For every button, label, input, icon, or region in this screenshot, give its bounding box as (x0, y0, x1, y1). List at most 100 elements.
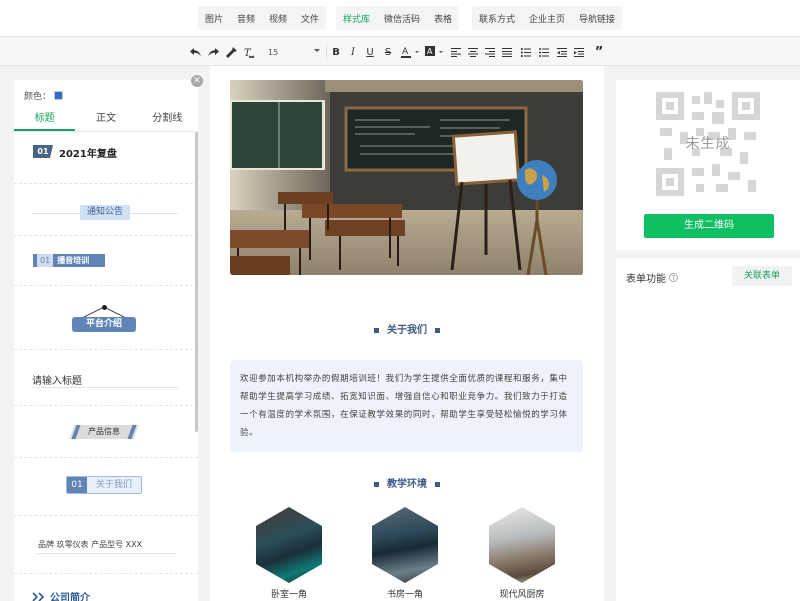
heading-template-2[interactable]: 通知公告 (14, 184, 198, 236)
template-title: 通知公告 (80, 205, 130, 220)
qr-code-panel: 未生成 生成二维码 (616, 80, 800, 250)
font-size-select[interactable]: 15 (262, 44, 322, 60)
undo-icon[interactable] (188, 44, 202, 60)
square-bullet-icon (374, 481, 379, 487)
tab-contact[interactable]: 联系方式 (472, 12, 522, 25)
template-number: 01 (67, 477, 87, 493)
background-color-icon[interactable]: A (424, 44, 446, 60)
heading-template-7[interactable]: 01 关于我们 (14, 458, 198, 516)
template-rule (36, 553, 176, 554)
help-icon[interactable]: ? (669, 273, 678, 282)
image-caption: 书房一角 (386, 590, 423, 600)
top-tab-bar: 图片 音频 视频 文件 样式库 微信活码 表格 联系方式 企业主页 导航链接 (0, 0, 800, 37)
media-tab-group: 图片 音频 视频 文件 (198, 6, 327, 30)
font-size-value: 15 (268, 47, 279, 57)
heading-template-6[interactable]: 产品信息 (14, 406, 198, 458)
tab-style-library[interactable]: 样式库 (336, 12, 377, 25)
template-title-box: 01 关于我们 (66, 476, 142, 494)
tab-heading[interactable]: 标题 (14, 106, 76, 131)
format-painter-icon[interactable] (224, 44, 238, 60)
classroom-photo-illustration (230, 80, 583, 275)
clear-format-icon[interactable]: T (242, 44, 256, 60)
intro-paragraph[interactable]: 欢迎参加本机构举办的假期培训班！我们为学生提供全面优质的课程和服务，集中帮助学生… (230, 360, 583, 452)
tab-wechat-code[interactable]: 微信活码 (377, 12, 427, 25)
tab-table[interactable]: 表格 (427, 12, 459, 25)
align-right-icon[interactable] (484, 44, 496, 60)
template-title: 请输入标题 (32, 376, 82, 387)
indent-decrease-icon[interactable] (556, 44, 568, 60)
heading-template-9[interactable]: 公司简介 (14, 574, 198, 601)
template-title: 播音培训 (57, 256, 90, 265)
article-editor[interactable]: 关于我们 欢迎参加本机构举办的假期培训班！我们为学生提供全面优质的课程和服务，集… (210, 66, 604, 601)
link-form-button[interactable]: 关联表单 (732, 266, 792, 286)
close-icon[interactable]: ✕ (191, 75, 203, 87)
ordered-list-icon[interactable] (520, 44, 532, 60)
section-title: 关于我们 (387, 325, 427, 336)
heading-template-3[interactable]: 01 播音培训 (14, 236, 198, 286)
align-justify-icon[interactable] (501, 44, 513, 60)
quote-icon[interactable]: ” (592, 44, 606, 60)
indent-increase-icon[interactable] (573, 44, 585, 60)
hanger-dot-icon (102, 305, 107, 310)
square-bullet-icon (435, 481, 440, 487)
svg-text:A: A (427, 47, 433, 56)
italic-icon[interactable]: I (347, 44, 359, 60)
section-heading-environment[interactable]: 教学环境 (210, 475, 604, 490)
tab-nav-link[interactable]: 导航链接 (572, 12, 622, 25)
section-title: 教学环境 (387, 479, 427, 490)
tab-body-text[interactable]: 正文 (75, 106, 136, 131)
template-title: 关于我们 (95, 480, 132, 490)
image-caption: 卧室一角 (270, 590, 307, 600)
template-number: 01 (37, 254, 54, 267)
template-title: 公司简介 (50, 593, 90, 601)
section-heading-about[interactable]: 关于我们 (210, 321, 604, 336)
template-title: 品牌 玖零仪表 产品型号 XXX (38, 540, 143, 549)
left-panel-scrollbar[interactable] (195, 132, 198, 432)
align-left-icon[interactable] (450, 44, 462, 60)
template-title: 产品信息 (88, 427, 120, 436)
classroom-image[interactable] (230, 80, 583, 275)
heading-template-4[interactable]: 平台介绍 (14, 286, 198, 350)
style-category-tabs: 标题 正文 分割线 (14, 106, 198, 132)
editor-toolbar: T 15 B I U S A A ” (0, 38, 800, 66)
heading-template-5[interactable]: 请输入标题 (14, 350, 198, 406)
image-caption: 现代风厨房 (499, 590, 545, 600)
chevron-down-icon (314, 49, 320, 52)
form-panel: 表单功能 ? 关联表单 (616, 258, 800, 601)
svg-text:A: A (402, 47, 409, 57)
underline-icon[interactable]: U (364, 44, 376, 60)
template-number: 01 (33, 145, 53, 158)
heading-template-8[interactable]: 品牌 玖零仪表 产品型号 XXX (14, 516, 198, 574)
generate-qr-button[interactable]: 生成二维码 (644, 214, 774, 238)
bold-icon[interactable]: B (330, 44, 342, 60)
heading-template-1[interactable]: 01 2021年复盘 (14, 134, 198, 184)
form-label: 表单功能 (626, 274, 666, 285)
align-center-icon[interactable] (467, 44, 479, 60)
study-room-image[interactable] (372, 507, 438, 583)
bedroom-image[interactable] (256, 507, 322, 583)
form-function-row: 表单功能 ? (626, 270, 678, 285)
qr-status-text: 未生成 (685, 136, 731, 152)
font-color-icon[interactable]: A (400, 44, 422, 60)
template-rule (32, 387, 178, 388)
style-library-panel: 颜色： 标题 正文 分割线 01 2021年复盘 通知公告 01 播音培训 平台介… (14, 80, 198, 601)
tab-video[interactable]: 视频 (262, 12, 294, 25)
tab-image[interactable]: 图片 (198, 12, 230, 25)
template-title: 2021年复盘 (59, 149, 117, 160)
color-label: 颜色： (24, 92, 52, 102)
color-picker[interactable]: 颜色： (24, 89, 64, 102)
template-title: 平台介绍 (72, 317, 136, 332)
square-bullet-icon (435, 327, 440, 333)
toolbar-divider (326, 45, 327, 59)
tab-file[interactable]: 文件 (294, 12, 326, 25)
strikethrough-icon[interactable]: S (382, 44, 394, 60)
tab-homepage[interactable]: 企业主页 (522, 12, 572, 25)
unordered-list-icon[interactable] (538, 44, 550, 60)
tab-divider[interactable]: 分割线 (137, 106, 198, 131)
style-tab-group: 样式库 微信活码 表格 (336, 6, 460, 30)
tab-audio[interactable]: 音频 (230, 12, 262, 25)
color-swatch[interactable] (54, 91, 64, 100)
redo-icon[interactable] (206, 44, 220, 60)
kitchen-image[interactable] (489, 507, 555, 583)
link-tab-group: 联系方式 企业主页 导航链接 (472, 6, 623, 30)
